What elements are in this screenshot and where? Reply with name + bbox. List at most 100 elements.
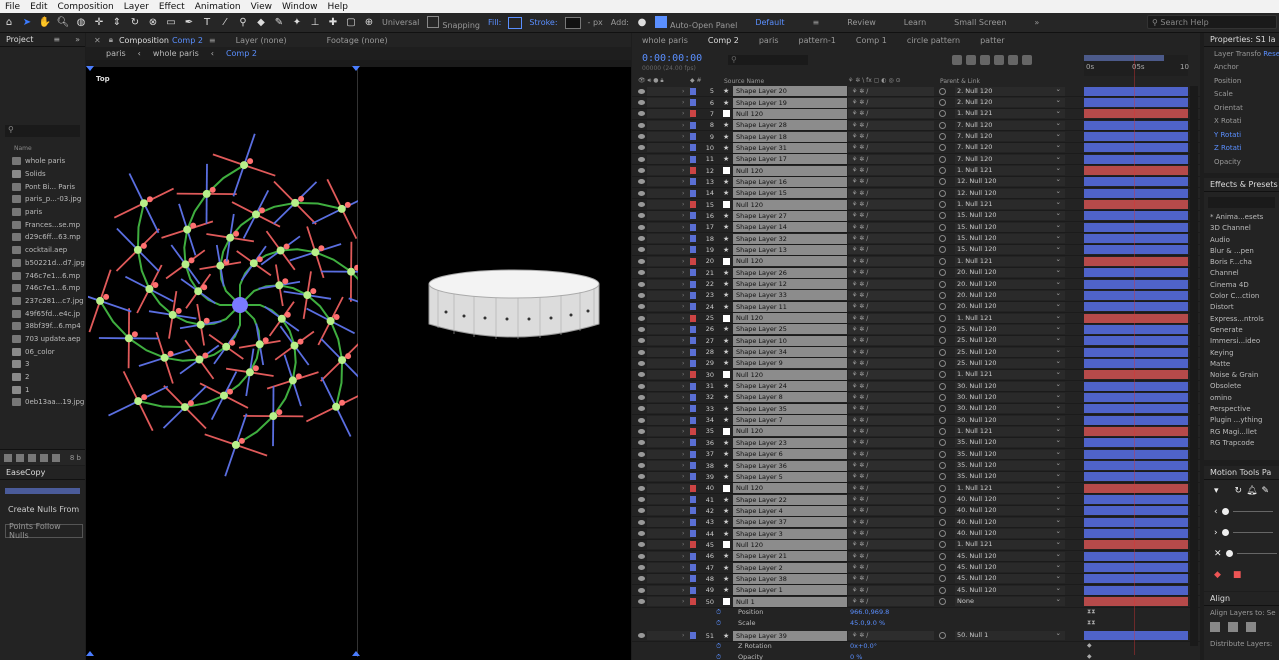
- parent-pickwhip-icon[interactable]: [939, 575, 946, 583]
- label-color[interactable]: [690, 155, 696, 163]
- layer-name[interactable]: Shape Layer 38: [733, 573, 847, 584]
- layer-duration-bar[interactable]: [1084, 336, 1188, 346]
- orbit-tool-icon[interactable]: ◍: [74, 16, 88, 30]
- layer-row[interactable]: › 11 ★ Shape Layer 17 ⚘ ✲ / 7. Null 120: [632, 153, 1200, 166]
- expand-arrow-icon[interactable]: ›: [682, 632, 684, 639]
- label-color[interactable]: [690, 507, 696, 515]
- parent-pickwhip-icon[interactable]: [939, 303, 946, 311]
- property-value[interactable]: 45.0,9.0 %: [850, 619, 885, 627]
- visibility-eye-icon[interactable]: [638, 145, 645, 151]
- timeline-search-input[interactable]: ⚲: [728, 55, 808, 65]
- layer-name[interactable]: Shape Layer 20: [733, 86, 847, 97]
- refresh-icon[interactable]: ↻: [1235, 486, 1243, 496]
- expand-arrow-icon[interactable]: ›: [682, 156, 684, 163]
- parent-pickwhip-icon[interactable]: [939, 586, 946, 594]
- layer-name[interactable]: Null 120: [733, 539, 847, 550]
- label-color[interactable]: [690, 598, 696, 606]
- property-value[interactable]: 0 %: [850, 653, 862, 660]
- rotation-tool-icon[interactable]: ↻: [128, 16, 142, 30]
- layer-row[interactable]: › 26 ★ Shape Layer 25 ⚘ ✲ / 25. Null 120: [632, 323, 1200, 336]
- effect-category[interactable]: Audio: [1204, 236, 1279, 247]
- layer-duration-bar[interactable]: [1084, 370, 1188, 380]
- parent-pickwhip-icon[interactable]: [939, 439, 946, 447]
- layer-row[interactable]: › 22 ★ Shape Layer 12 ⚘ ✲ / 20. Null 120: [632, 278, 1200, 291]
- layer-duration-bar[interactable]: [1084, 109, 1188, 119]
- layer-name[interactable]: Shape Layer 16: [733, 176, 847, 187]
- project-item[interactable]: whole paris: [0, 155, 85, 168]
- layer-row[interactable]: › 43 ★ Shape Layer 37 ⚘ ✲ / 40. Null 120: [632, 516, 1200, 529]
- handle-corner-tr[interactable]: [352, 66, 360, 71]
- project-item[interactable]: 49f65fd...e4c.jp: [0, 307, 85, 320]
- draft-3d-icon[interactable]: [966, 55, 976, 65]
- layer-name[interactable]: Shape Layer 19: [733, 97, 847, 108]
- effect-category[interactable]: 3D Channel: [1204, 224, 1279, 235]
- breadcrumb-comp-2[interactable]: Comp 2: [226, 49, 257, 58]
- layer-duration-bar[interactable]: [1084, 120, 1188, 130]
- playhead[interactable]: [1134, 55, 1135, 655]
- layer-name[interactable]: Shape Layer 3: [733, 528, 847, 539]
- expand-arrow-icon[interactable]: ›: [682, 224, 684, 231]
- effect-category[interactable]: Generate: [1204, 326, 1279, 337]
- layer-duration-bar[interactable]: [1084, 551, 1188, 561]
- parent-select[interactable]: 15. Null 120: [955, 243, 1065, 255]
- expand-panel-icon[interactable]: »: [75, 35, 80, 44]
- parent-select[interactable]: 12. Null 120: [955, 187, 1065, 198]
- layer-row[interactable]: › 38 ★ Shape Layer 36 ⚘ ✲ / 35. Null 120: [632, 459, 1200, 472]
- expand-arrow-icon[interactable]: ›: [682, 394, 684, 401]
- layer-duration-bar[interactable]: [1084, 461, 1188, 471]
- layer-name[interactable]: Shape Layer 9: [733, 358, 847, 369]
- property-item[interactable]: Position: [1204, 74, 1279, 88]
- layer-name[interactable]: Shape Layer 24: [733, 381, 847, 392]
- parent-select[interactable]: 1. Null 121: [955, 425, 1065, 436]
- parent-pickwhip-icon[interactable]: [939, 269, 946, 277]
- expand-arrow-icon[interactable]: ›: [682, 133, 684, 140]
- graph-editor-icon[interactable]: [1022, 55, 1032, 65]
- property-item[interactable]: Anchor: [1204, 61, 1279, 75]
- layer-duration-bar[interactable]: [1084, 449, 1188, 459]
- visibility-eye-icon[interactable]: [638, 508, 645, 514]
- layer-name[interactable]: Shape Layer 34: [733, 347, 847, 358]
- parent-pickwhip-icon[interactable]: [939, 496, 946, 504]
- label-color[interactable]: [690, 416, 696, 424]
- expand-arrow-icon[interactable]: ›: [682, 326, 684, 333]
- layer-row[interactable]: › 35 Null 120 ⚘ ✲ / 1. Null 121: [632, 425, 1200, 438]
- label-color[interactable]: [690, 235, 696, 243]
- parent-select[interactable]: 7. Null 120: [955, 141, 1065, 153]
- workspace-small-screen[interactable]: Small Screen: [940, 18, 1020, 27]
- pan-behind-tool-icon[interactable]: ⊗: [146, 16, 160, 30]
- label-color[interactable]: [690, 484, 696, 492]
- layer-duration-bar[interactable]: [1084, 415, 1188, 425]
- effect-category[interactable]: Perspective: [1204, 405, 1279, 416]
- parent-select[interactable]: 20. Null 120: [955, 289, 1065, 300]
- timeline-tab[interactable]: circle pattern: [897, 36, 970, 45]
- effect-category[interactable]: Boris F...cha: [1204, 258, 1279, 269]
- visibility-eye-icon[interactable]: [638, 134, 645, 140]
- label-color[interactable]: [690, 303, 696, 311]
- parent-pickwhip-icon[interactable]: [939, 541, 946, 549]
- composition-canvas[interactable]: Top: [86, 66, 631, 660]
- create-nulls-button[interactable]: Create Nulls From: [5, 502, 83, 516]
- label-color[interactable]: [690, 189, 696, 197]
- parent-select[interactable]: 25. Null 120: [955, 346, 1065, 357]
- project-settings-icon[interactable]: [40, 453, 48, 462]
- layer-name[interactable]: Null 120: [733, 369, 847, 380]
- parent-select[interactable]: 40. Null 120: [955, 504, 1065, 516]
- layer-row[interactable]: › 34 ★ Shape Layer 7 ⚘ ✲ / 30. Null 120: [632, 414, 1200, 427]
- property-item[interactable]: Orientat: [1204, 101, 1279, 115]
- frame-blending-icon[interactable]: [994, 55, 1004, 65]
- parent-select[interactable]: 30. Null 120: [955, 402, 1065, 414]
- expand-arrow-icon[interactable]: ›: [682, 564, 684, 571]
- breadcrumb-whole-paris[interactable]: whole paris: [153, 49, 199, 58]
- layer-duration-bar[interactable]: [1084, 245, 1188, 255]
- expand-arrow-icon[interactable]: ›: [682, 417, 684, 424]
- visibility-eye-icon[interactable]: [638, 372, 645, 378]
- bit-depth[interactable]: 8 b: [70, 454, 81, 462]
- layer-name[interactable]: Null 120: [733, 313, 847, 324]
- layer-row[interactable]: › 8 ★ Shape Layer 28 ⚘ ✲ / 7. Null 120: [632, 119, 1200, 132]
- expand-arrow-icon[interactable]: ›: [682, 371, 684, 378]
- layer-row[interactable]: › 18 ★ Shape Layer 32 ⚘ ✲ / 15. Null 120: [632, 232, 1200, 245]
- project-item[interactable]: 746c7e1...6.mp: [0, 269, 85, 282]
- menu-composition[interactable]: Composition: [53, 2, 119, 12]
- visibility-eye-icon[interactable]: [638, 258, 645, 264]
- layer-name[interactable]: Shape Layer 4: [733, 505, 847, 516]
